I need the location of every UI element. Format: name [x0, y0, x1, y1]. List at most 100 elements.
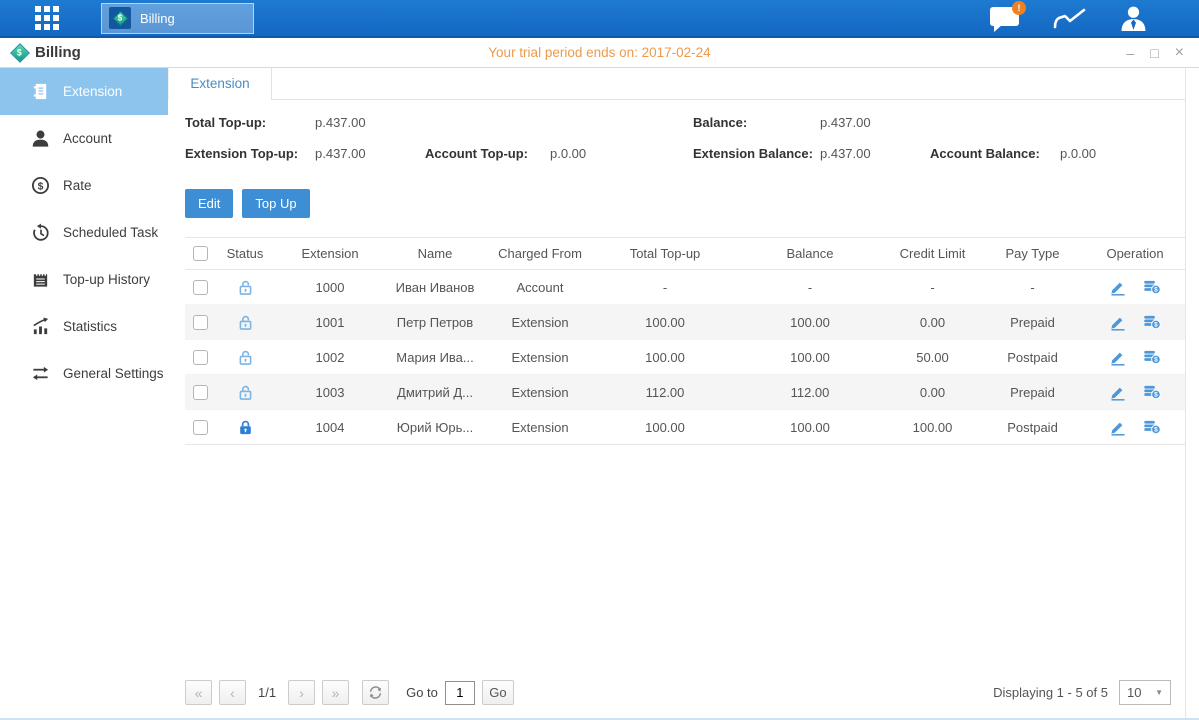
cell-pay-type: Postpaid [980, 410, 1085, 445]
cell-total-topup: 100.00 [595, 305, 735, 340]
balance-value: p.437.00 [820, 115, 930, 130]
lock-open-icon [237, 349, 254, 366]
row-checkbox[interactable] [193, 350, 208, 365]
taskbar-tab-billing[interactable]: $ Billing [101, 3, 254, 34]
svg-text:$: $ [38, 181, 44, 192]
main-panel: Extension Total Top-up: p.437.00 Balance… [168, 68, 1186, 718]
row-checkbox[interactable] [193, 315, 208, 330]
sidebar-item-scheduled-task[interactable]: Scheduled Task [0, 209, 168, 256]
cell-extension: 1003 [275, 375, 385, 410]
svg-text:$: $ [1154, 287, 1158, 294]
row-checkbox[interactable] [193, 385, 208, 400]
tab-extension[interactable]: Extension [168, 68, 272, 100]
extension-table: Status Extension Name Charged From Total… [185, 237, 1185, 445]
go-button[interactable]: Go [482, 680, 514, 705]
edit-row-icon[interactable] [1109, 348, 1127, 366]
sidebar: Extension Account $ Rate [0, 68, 168, 718]
topup-row-icon[interactable]: $ [1143, 383, 1161, 401]
cell-pay-type: Prepaid [980, 305, 1085, 340]
sidebar-item-rate[interactable]: $ Rate [0, 162, 168, 209]
col-operation: Operation [1085, 238, 1185, 270]
maximize-icon[interactable]: □ [1150, 46, 1158, 60]
cell-pay-type: Prepaid [980, 375, 1085, 410]
edit-button[interactable]: Edit [185, 189, 233, 218]
notifications-icon[interactable]: ! [990, 5, 1020, 31]
billing-summary: Total Top-up: p.437.00 Balance: p.437.00… [185, 115, 1185, 177]
col-name: Name [385, 238, 485, 270]
topup-row-icon[interactable]: $ [1143, 348, 1161, 366]
cell-name: Иван Иванов [385, 270, 485, 305]
close-icon[interactable]: × [1175, 45, 1184, 61]
scheduled-task-clock-icon [31, 223, 50, 242]
cell-name: Петр Петров [385, 305, 485, 340]
edit-row-icon[interactable] [1109, 383, 1127, 401]
col-charged-from: Charged From [485, 238, 595, 270]
topup-row-icon[interactable]: $ [1143, 278, 1161, 296]
general-settings-arrows-icon [31, 364, 50, 383]
page-size-select[interactable]: 10 ▼ [1119, 680, 1171, 705]
account-balance-value: p.0.00 [1060, 146, 1185, 161]
last-page-button[interactable]: » [322, 680, 349, 705]
lock-open-icon [237, 314, 254, 331]
prev-page-button[interactable]: ‹ [219, 680, 246, 705]
minimize-icon[interactable]: – [1126, 46, 1134, 60]
edit-row-icon[interactable] [1109, 313, 1127, 331]
cell-name: Мария Ива... [385, 340, 485, 375]
extension-topup-label: Extension Top-up: [185, 146, 315, 161]
table-row: 1000 Иван Иванов Account - - - - [185, 270, 1185, 305]
col-status: Status [215, 238, 275, 270]
account-topup-label: Account Top-up: [425, 146, 550, 161]
cell-total-topup: 112.00 [595, 375, 735, 410]
edit-row-icon[interactable] [1109, 418, 1127, 436]
cell-balance: 112.00 [735, 375, 885, 410]
next-page-button[interactable]: › [288, 680, 315, 705]
balance-label: Balance: [693, 115, 820, 130]
cell-balance: 100.00 [735, 340, 885, 375]
page-indicator: 1/1 [258, 685, 276, 700]
sidebar-item-general-settings[interactable]: General Settings [0, 350, 168, 397]
first-page-button[interactable]: « [185, 680, 212, 705]
cell-credit-limit: 100.00 [885, 410, 980, 445]
cell-credit-limit: - [885, 270, 980, 305]
col-credit-limit: Credit Limit [885, 238, 980, 270]
table-row: 1002 Мария Ива... Extension 100.00 100.0… [185, 340, 1185, 375]
cell-charged-from: Extension [485, 340, 595, 375]
sidebar-item-account[interactable]: Account [0, 115, 168, 162]
sidebar-item-label: Account [63, 131, 112, 146]
sidebar-item-extension[interactable]: Extension [0, 68, 168, 115]
svg-text:$: $ [1154, 322, 1158, 329]
select-all-checkbox[interactable] [193, 246, 208, 261]
extension-topup-value: p.437.00 [315, 146, 425, 161]
cell-pay-type: - [980, 270, 1085, 305]
extension-balance-label: Extension Balance: [693, 146, 820, 161]
sidebar-item-label: Scheduled Task [63, 225, 158, 240]
trial-notice: Your trial period ends on: 2017-02-24 [0, 45, 1199, 60]
svg-text:$: $ [1154, 357, 1158, 364]
edit-row-icon[interactable] [1109, 278, 1127, 296]
topup-row-icon[interactable]: $ [1143, 418, 1161, 436]
taskbar: $ Billing ! [0, 0, 1199, 38]
cell-total-topup: 100.00 [595, 340, 735, 375]
refresh-button[interactable] [362, 680, 389, 705]
row-checkbox[interactable] [193, 420, 208, 435]
taskbar-icons: ! [990, 5, 1147, 32]
page-size-value: 10 [1127, 685, 1141, 700]
total-topup-label: Total Top-up: [185, 115, 315, 130]
statistics-chart-icon [31, 317, 50, 336]
app-grid-icon[interactable] [35, 6, 59, 30]
goto-page-input[interactable] [445, 681, 475, 705]
user-account-icon[interactable] [1120, 5, 1147, 32]
row-checkbox[interactable] [193, 280, 208, 295]
sidebar-item-label: Top-up History [63, 272, 150, 287]
reports-chart-icon[interactable] [1053, 5, 1087, 31]
cell-credit-limit: 0.00 [885, 305, 980, 340]
billing-diamond-icon: $ [10, 43, 30, 63]
cell-balance: 100.00 [735, 410, 885, 445]
chevron-down-icon: ▼ [1155, 688, 1163, 697]
sidebar-item-topup-history[interactable]: Top-up History [0, 256, 168, 303]
top-up-button[interactable]: Top Up [242, 189, 309, 218]
sidebar-item-statistics[interactable]: Statistics [0, 303, 168, 350]
topup-row-icon[interactable]: $ [1143, 313, 1161, 331]
account-person-icon [31, 129, 50, 148]
cell-balance: - [735, 270, 885, 305]
